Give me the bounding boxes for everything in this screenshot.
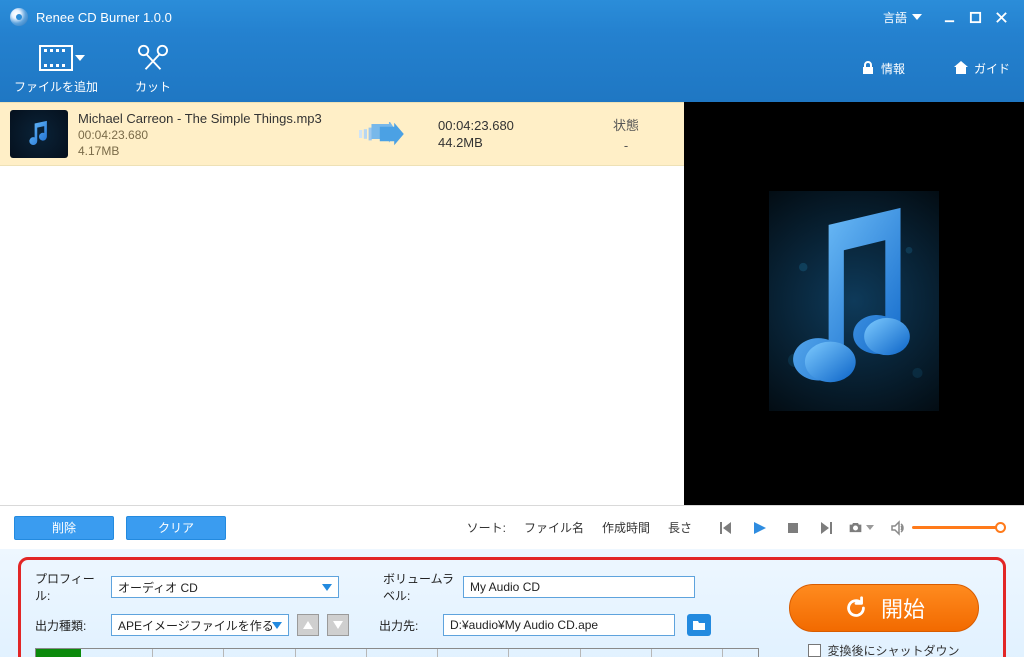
- camera-icon: [848, 520, 863, 536]
- music-note-icon: [25, 120, 53, 148]
- guide-label: ガイド: [974, 60, 1010, 77]
- add-file-button[interactable]: ファイルを追加: [14, 41, 98, 95]
- sort-label: ソート:: [467, 519, 506, 536]
- chevron-down-icon: [866, 525, 874, 530]
- app-logo-icon: [10, 8, 28, 26]
- minimize-button[interactable]: [936, 4, 962, 30]
- start-label: 開始: [881, 592, 925, 624]
- add-file-label: ファイルを追加: [14, 78, 98, 95]
- status-header: 状態: [578, 115, 674, 134]
- cut-button[interactable]: カット: [134, 41, 172, 95]
- main-toolbar: ファイルを追加 カット 情報 ガイド: [0, 34, 1024, 102]
- output-dest-label: 出力先:: [379, 617, 435, 634]
- browse-folder-button[interactable]: [687, 614, 711, 636]
- disc-capacity-timeline: 8Min16Min24Min32Min40Min48Min56Min64Min7…: [35, 648, 759, 657]
- timeline-tick: [651, 649, 652, 657]
- titlebar: Renee CD Burner 1.0.0 言語: [0, 0, 1024, 34]
- chevron-down-icon: [912, 14, 922, 20]
- output-type-label: 出力種類:: [35, 617, 103, 634]
- sort-by-created[interactable]: 作成時間: [602, 519, 650, 536]
- media-controls: [704, 515, 1010, 541]
- file-name: Michael Carreon - The Simple Things.mp3: [78, 111, 328, 126]
- film-icon: [39, 45, 73, 71]
- app-title: Renee CD Burner 1.0.0: [36, 10, 172, 25]
- volume-label-input[interactable]: My Audio CD: [463, 576, 695, 598]
- scissors-icon: [134, 41, 172, 75]
- info-label: 情報: [881, 60, 905, 77]
- timeline-tick: [295, 649, 296, 657]
- language-dropdown[interactable]: 言語: [883, 9, 922, 26]
- file-item[interactable]: Michael Carreon - The Simple Things.mp3 …: [0, 102, 684, 166]
- lock-icon: [860, 60, 876, 76]
- volume-label-value: My Audio CD: [470, 580, 540, 594]
- preview-music-icon: [769, 191, 939, 416]
- shutdown-label: 変換後にシャットダウン: [827, 642, 959, 657]
- main-content: Michael Carreon - The Simple Things.mp3 …: [0, 102, 1024, 505]
- speaker-icon: [890, 520, 906, 536]
- file-out-duration: 00:04:23.680: [438, 118, 568, 133]
- chevron-down-icon: [272, 622, 282, 629]
- convert-arrow-icon: [338, 122, 428, 146]
- checkbox-box: [808, 644, 821, 657]
- file-list: Michael Carreon - The Simple Things.mp3 …: [0, 102, 684, 505]
- sort-controls: ソート: ファイル名 作成時間 長さ: [467, 519, 692, 536]
- close-button[interactable]: [988, 4, 1014, 30]
- file-src-size: 4.17MB: [78, 144, 328, 158]
- timeline-tick: [722, 649, 723, 657]
- preview-panel: [684, 102, 1024, 505]
- timeline-tick: [366, 649, 367, 657]
- guide-button[interactable]: ガイド: [953, 60, 1010, 77]
- start-button[interactable]: 開始: [789, 584, 979, 632]
- sort-by-filename[interactable]: ファイル名: [524, 519, 584, 536]
- next-button[interactable]: [814, 515, 840, 541]
- output-dest-value: D:¥audio¥My Audio CD.ape: [450, 618, 598, 632]
- profile-value: オーディオ CD: [118, 579, 198, 596]
- info-button[interactable]: 情報: [860, 60, 905, 77]
- chevron-down-icon: [322, 584, 332, 591]
- language-label: 言語: [883, 9, 907, 26]
- output-type-value: APEイメージファイルを作る: [118, 617, 274, 634]
- maximize-button[interactable]: [962, 4, 988, 30]
- timeline-tick: [508, 649, 509, 657]
- prev-button[interactable]: [712, 515, 738, 541]
- settings-panel: プロフィール: オーディオ CD ボリュームラベル: My Audio CD 出…: [0, 549, 1024, 657]
- timeline-used: [36, 649, 81, 657]
- folder-icon: [692, 619, 706, 631]
- play-button[interactable]: [746, 515, 772, 541]
- cut-label: カット: [135, 78, 171, 95]
- volume-label-label: ボリュームラベル:: [383, 570, 455, 604]
- profile-dropdown[interactable]: オーディオ CD: [111, 576, 339, 598]
- profile-label: プロフィール:: [35, 570, 103, 604]
- sort-by-length[interactable]: 長さ: [668, 519, 692, 536]
- output-dest-input[interactable]: D:¥audio¥My Audio CD.ape: [443, 614, 675, 636]
- status-value: -: [624, 138, 628, 153]
- file-thumbnail: [10, 110, 68, 158]
- shutdown-checkbox[interactable]: 変換後にシャットダウン: [808, 642, 959, 657]
- output-type-dropdown[interactable]: APEイメージファイルを作る: [111, 614, 289, 636]
- move-up-button[interactable]: [297, 614, 319, 636]
- snapshot-button[interactable]: [848, 515, 874, 541]
- move-down-button[interactable]: [327, 614, 349, 636]
- list-controls: 削除 クリア ソート: ファイル名 作成時間 長さ: [0, 505, 1024, 549]
- home-icon: [953, 60, 969, 76]
- timeline-tick: [580, 649, 581, 657]
- stop-button[interactable]: [780, 515, 806, 541]
- refresh-icon: [843, 595, 869, 621]
- clear-button[interactable]: クリア: [126, 516, 226, 540]
- volume-slider[interactable]: [912, 526, 1002, 529]
- volume-control[interactable]: [890, 520, 1002, 536]
- timeline-tick: [223, 649, 224, 657]
- delete-button[interactable]: 削除: [14, 516, 114, 540]
- file-out-size: 44.2MB: [438, 135, 568, 150]
- file-src-duration: 00:04:23.680: [78, 128, 328, 142]
- timeline-tick: [437, 649, 438, 657]
- timeline-tick: [152, 649, 153, 657]
